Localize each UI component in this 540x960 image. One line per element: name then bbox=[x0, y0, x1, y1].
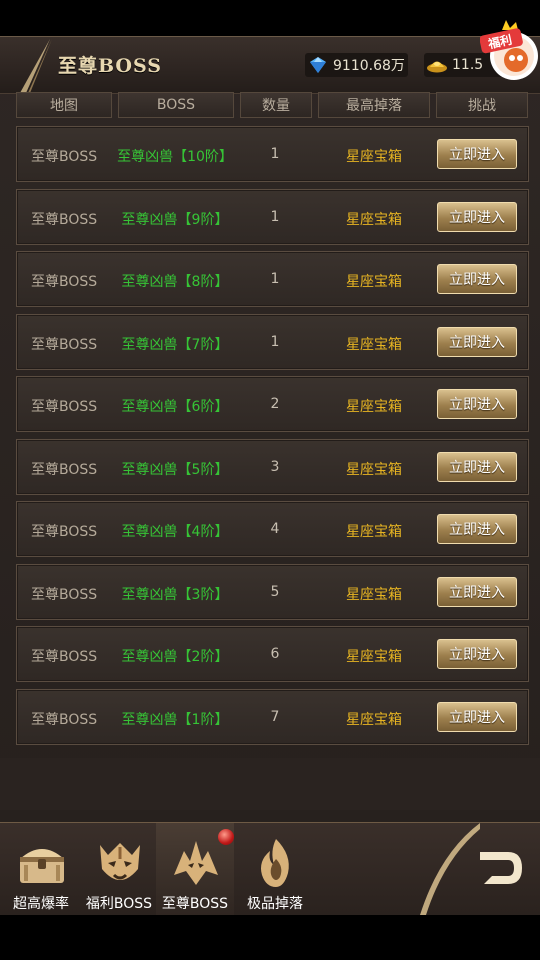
row-boss-name: 至尊凶兽【2阶】 bbox=[121, 649, 229, 665]
row-drop: 星座宝箱 bbox=[346, 461, 402, 478]
table-row: 至尊BOSS 至尊凶兽【7阶】 1 星座宝箱 立即进入 bbox=[16, 313, 529, 370]
notification-dot bbox=[218, 829, 234, 845]
diamond-balance: 9110.68万 bbox=[305, 53, 408, 77]
tab-high-drop-rate[interactable]: 超高爆率 bbox=[2, 823, 80, 915]
row-count: 3 bbox=[270, 458, 280, 475]
column-header-map: 地图 bbox=[16, 92, 112, 118]
column-header-drop: 最高掉落 bbox=[318, 92, 430, 118]
column-header-challenge: 挑战 bbox=[436, 92, 528, 118]
diamond-amount: 9110.68万 bbox=[333, 58, 405, 74]
row-map: 至尊BOSS bbox=[31, 149, 98, 165]
row-boss-name: 至尊凶兽【8阶】 bbox=[121, 274, 229, 290]
tab-label: 福利BOSS bbox=[85, 896, 153, 912]
row-boss-name: 至尊凶兽【4阶】 bbox=[121, 524, 229, 540]
enter-button[interactable]: 立即进入 bbox=[437, 139, 517, 169]
enter-button[interactable]: 立即进入 bbox=[437, 639, 517, 669]
row-map: 至尊BOSS bbox=[31, 649, 98, 665]
row-map: 至尊BOSS bbox=[31, 586, 98, 603]
header-bar: 至尊BOSS 9110.68万 11.5 bbox=[0, 36, 540, 94]
tab-label: 至尊BOSS bbox=[161, 896, 229, 912]
row-drop: 星座宝箱 bbox=[346, 336, 402, 353]
row-count: 2 bbox=[270, 396, 280, 412]
welfare-button[interactable]: 福利 bbox=[479, 18, 540, 82]
row-boss-name: 至尊凶兽【5阶】 bbox=[121, 461, 229, 478]
row-drop: 星座宝箱 bbox=[346, 711, 402, 728]
row-drop: 星座宝箱 bbox=[346, 649, 402, 665]
enter-button[interactable]: 立即进入 bbox=[437, 701, 517, 732]
gold-amount: 11.5 bbox=[452, 57, 484, 73]
enter-button[interactable]: 立即进入 bbox=[437, 264, 517, 294]
row-boss-name: 至尊凶兽【10阶】 bbox=[117, 149, 233, 165]
page-title: 至尊BOSS bbox=[58, 55, 162, 77]
row-count: 1 bbox=[270, 146, 280, 162]
row-count: 1 bbox=[270, 208, 280, 225]
table-row: 至尊BOSS 至尊凶兽【2阶】 6 星座宝箱 立即进入 bbox=[16, 626, 529, 682]
tab-premium-drop[interactable]: 极品掉落 bbox=[236, 823, 314, 915]
diamond-icon bbox=[307, 54, 329, 76]
table-row: 至尊BOSS 至尊凶兽【10阶】 1 星座宝箱 立即进入 bbox=[16, 126, 529, 182]
row-map: 至尊BOSS bbox=[31, 274, 98, 290]
row-drop: 星座宝箱 bbox=[346, 399, 402, 415]
enter-button[interactable]: 立即进入 bbox=[437, 514, 517, 544]
row-count: 1 bbox=[270, 271, 280, 287]
tab-label: 极品掉落 bbox=[247, 896, 303, 912]
column-header-boss: BOSS bbox=[118, 92, 234, 118]
table-row: 至尊BOSS 至尊凶兽【6阶】 2 星座宝箱 立即进入 bbox=[16, 376, 529, 432]
list-footer-space bbox=[0, 758, 540, 810]
row-drop: 星座宝箱 bbox=[346, 274, 402, 290]
back-arrow-icon[interactable] bbox=[470, 838, 530, 898]
row-map: 至尊BOSS bbox=[31, 461, 98, 478]
table-row: 至尊BOSS 至尊凶兽【3阶】 5 星座宝箱 立即进入 bbox=[16, 563, 529, 620]
row-map: 至尊BOSS bbox=[31, 524, 98, 540]
row-drop: 星座宝箱 bbox=[346, 524, 402, 540]
row-boss-name: 至尊凶兽【6阶】 bbox=[121, 399, 229, 415]
row-drop: 星座宝箱 bbox=[346, 149, 402, 165]
enter-button[interactable]: 立即进入 bbox=[437, 201, 517, 232]
enter-button[interactable]: 立即进入 bbox=[437, 576, 517, 607]
tab-supreme-boss[interactable]: 至尊BOSS bbox=[156, 823, 234, 915]
row-count: 1 bbox=[270, 333, 280, 350]
row-count: 4 bbox=[270, 521, 280, 537]
row-map: 至尊BOSS bbox=[31, 711, 98, 728]
title-slash-decoration bbox=[20, 39, 52, 93]
dragon-icon bbox=[174, 841, 218, 885]
gold-ingot-icon bbox=[426, 54, 448, 76]
bottom-nav: 超高爆率 福利BOSS 至尊BOSS 极品掉落 bbox=[0, 822, 540, 915]
row-map: 至尊BOSS bbox=[31, 211, 98, 228]
row-boss-name: 至尊凶兽【7阶】 bbox=[121, 336, 229, 353]
enter-button[interactable]: 立即进入 bbox=[437, 326, 517, 357]
flame-gem-icon bbox=[261, 839, 289, 887]
tiger-mask-icon bbox=[100, 843, 140, 880]
row-map: 至尊BOSS bbox=[31, 399, 98, 415]
enter-button[interactable]: 立即进入 bbox=[437, 451, 517, 482]
table-row: 至尊BOSS 至尊凶兽【5阶】 3 星座宝箱 立即进入 bbox=[16, 438, 529, 495]
tab-label: 超高爆率 bbox=[13, 896, 69, 912]
column-header-count: 数量 bbox=[240, 92, 312, 118]
row-count: 5 bbox=[270, 583, 280, 600]
row-boss-name: 至尊凶兽【3阶】 bbox=[121, 586, 229, 603]
row-boss-name: 至尊凶兽【1阶】 bbox=[121, 711, 229, 728]
enter-button[interactable]: 立即进入 bbox=[437, 389, 517, 419]
table-row: 至尊BOSS 至尊凶兽【9阶】 1 星座宝箱 立即进入 bbox=[16, 188, 529, 245]
row-count: 7 bbox=[270, 708, 280, 725]
treasure-chest-icon bbox=[20, 849, 64, 883]
tab-welfare-boss[interactable]: 福利BOSS bbox=[80, 823, 158, 915]
row-map: 至尊BOSS bbox=[31, 336, 98, 353]
table-row: 至尊BOSS 至尊凶兽【8阶】 1 星座宝箱 立即进入 bbox=[16, 251, 529, 307]
row-boss-name: 至尊凶兽【9阶】 bbox=[121, 211, 229, 228]
table-row: 至尊BOSS 至尊凶兽【1阶】 7 星座宝箱 立即进入 bbox=[16, 688, 529, 745]
row-drop: 星座宝箱 bbox=[346, 586, 402, 603]
boss-list: 至尊BOSS 至尊凶兽【10阶】 1 星座宝箱 立即进入 至尊BOSS 至尊凶兽… bbox=[16, 126, 529, 751]
table-row: 至尊BOSS 至尊凶兽【4阶】 4 星座宝箱 立即进入 bbox=[16, 501, 529, 557]
row-count: 6 bbox=[270, 646, 280, 662]
row-drop: 星座宝箱 bbox=[346, 211, 402, 228]
